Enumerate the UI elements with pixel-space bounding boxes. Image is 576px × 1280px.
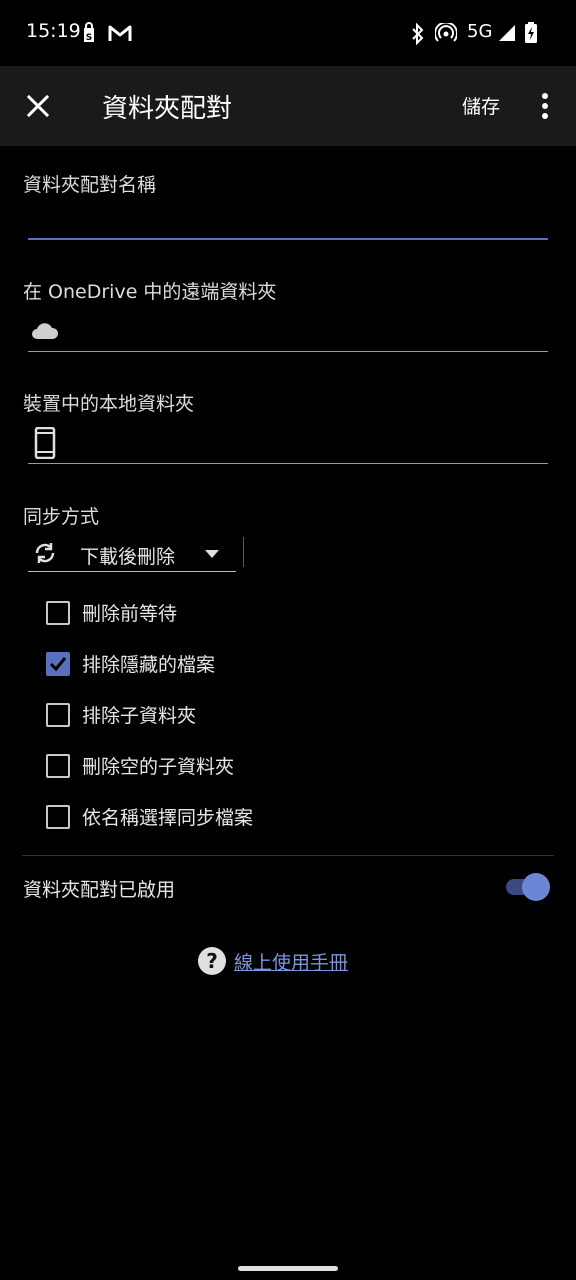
page-title: 資料夾配對 <box>102 94 233 124</box>
gmail-icon <box>108 25 132 41</box>
option-label: 排除隱藏的檔案 <box>82 654 216 676</box>
phone-icon <box>34 427 56 459</box>
enabled-label: 資料夾配對已啟用 <box>23 879 176 901</box>
option-wait-before-delete[interactable]: 刪除前等待 <box>46 599 446 629</box>
checkbox-checked[interactable] <box>46 652 70 676</box>
remote-folder-underline <box>28 351 548 352</box>
help-icon[interactable]: ? <box>198 947 226 975</box>
more-vert-icon[interactable] <box>532 90 558 124</box>
option-exclude-hidden-files[interactable]: 排除隱藏的檔案 <box>46 650 446 680</box>
checkbox[interactable] <box>46 805 70 829</box>
enabled-toggle[interactable] <box>504 872 550 904</box>
option-label: 排除子資料夾 <box>82 705 197 727</box>
battery-icon <box>525 22 537 43</box>
checkbox[interactable] <box>46 703 70 727</box>
divider <box>22 855 554 856</box>
check-icon <box>49 657 67 672</box>
chevron-down-icon <box>205 550 219 558</box>
save-button[interactable]: 儲存 <box>462 92 500 119</box>
svg-text:S: S <box>86 33 92 43</box>
option-label: 刪除空的子資料夾 <box>82 756 235 778</box>
option-label: 依名稱選擇同步檔案 <box>82 807 254 829</box>
option-label: 刪除前等待 <box>82 603 178 625</box>
sync-icon <box>35 543 55 563</box>
pair-name-input[interactable] <box>28 200 552 238</box>
local-folder-label: 裝置中的本地資料夾 <box>23 393 195 415</box>
gesture-bar[interactable] <box>238 1266 338 1271</box>
cloud-icon <box>32 323 59 339</box>
online-manual-link[interactable]: 線上使用手冊 <box>234 948 348 975</box>
sync-method-value: 下載後刪除 <box>80 546 176 568</box>
option-delete-empty-subfolders[interactable]: 刪除空的子資料夾 <box>46 752 446 782</box>
status-time: 15:19 <box>26 20 81 42</box>
remote-folder-input[interactable] <box>70 314 552 352</box>
toggle-knob <box>522 873 550 901</box>
status-bar: 15:19 S 5G <box>0 0 576 66</box>
local-folder-input[interactable] <box>70 426 552 464</box>
local-folder-underline <box>28 463 548 464</box>
option-select-files-by-name[interactable]: 依名稱選擇同步檔案 <box>46 803 446 833</box>
dropdown-edge <box>243 537 244 567</box>
remote-folder-label: 在 OneDrive 中的遠端資料夾 <box>23 281 277 303</box>
signal-icon <box>499 25 515 41</box>
checkbox[interactable] <box>46 601 70 625</box>
sync-method-label: 同步方式 <box>23 506 100 528</box>
pair-name-underline <box>28 238 548 240</box>
top-app-bar: 資料夾配對 儲存 <box>0 66 576 146</box>
option-exclude-subfolders[interactable]: 排除子資料夾 <box>46 701 446 731</box>
checkbox[interactable] <box>46 754 70 778</box>
pair-name-label: 資料夾配對名稱 <box>23 174 157 196</box>
network-type: 5G <box>467 21 493 42</box>
bluetooth-icon <box>412 23 424 45</box>
hotspot-icon <box>435 23 457 42</box>
shopping-bag-icon: S <box>84 22 94 43</box>
close-icon[interactable] <box>18 86 58 126</box>
sync-method-underline <box>28 571 236 572</box>
